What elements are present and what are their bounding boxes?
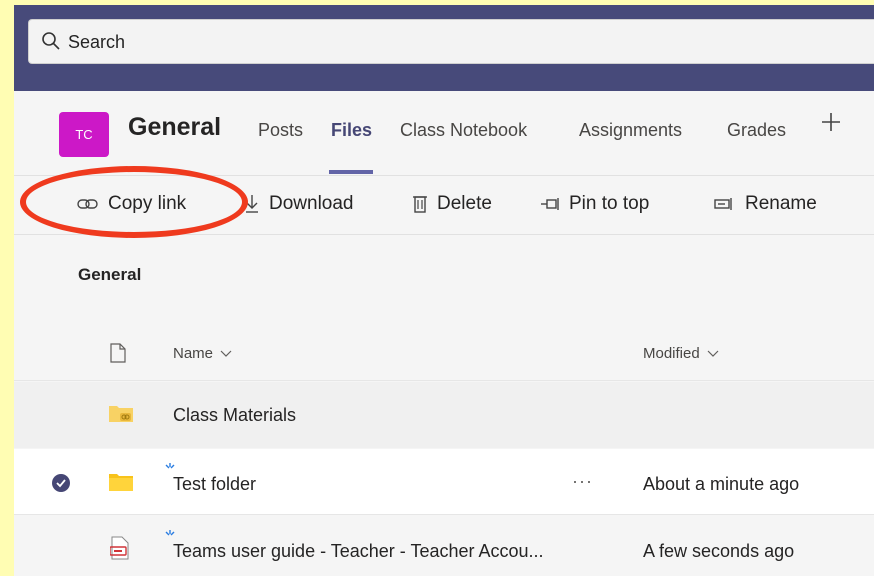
rename-icon (714, 198, 732, 210)
tab-assignments[interactable]: Assignments (579, 120, 682, 141)
new-item-icon (165, 530, 175, 536)
pin-label: Pin to top (569, 193, 650, 214)
teams-window: Search TC General Posts Files Class Note… (14, 5, 874, 576)
tab-class-notebook[interactable]: Class Notebook (400, 120, 527, 141)
annotation-circle (20, 166, 248, 238)
name-column-header[interactable]: Name (173, 345, 232, 362)
pin-icon (541, 198, 559, 210)
search-placeholder: Search (68, 32, 126, 52)
active-tab-indicator (329, 170, 373, 174)
selected-check-icon[interactable] (52, 474, 70, 492)
download-button[interactable]: Download (244, 190, 354, 218)
file-name[interactable]: Test folder (173, 474, 256, 495)
modified-column-header[interactable]: Modified (643, 345, 719, 362)
file-list-header: Name Modified (14, 325, 874, 381)
modified-header-label: Modified (643, 345, 700, 362)
new-item-icon (165, 463, 175, 469)
shared-folder-icon (109, 406, 133, 422)
file-name[interactable]: Teams user guide - Teacher - Teacher Acc… (173, 541, 544, 562)
download-label: Download (269, 193, 354, 214)
top-bar: Search (14, 5, 874, 91)
search-icon (42, 32, 60, 50)
folder-title: General (78, 265, 142, 284)
channel-header: TC General Posts Files Class Notebook As… (14, 91, 874, 176)
modified-time: About a minute ago (643, 474, 800, 494)
tab-files[interactable]: Files (331, 120, 372, 141)
rename-button[interactable]: Rename (714, 190, 817, 218)
pin-to-top-button[interactable]: Pin to top (540, 190, 649, 218)
file-type-icon (110, 343, 126, 363)
file-name[interactable]: Class Materials (173, 405, 296, 426)
delete-button[interactable]: Delete (412, 190, 492, 218)
more-options-icon[interactable]: ··· (572, 471, 593, 492)
plus-icon[interactable] (820, 111, 842, 133)
rename-label: Rename (745, 193, 817, 214)
file-row-class-materials[interactable]: Class Materials (14, 382, 874, 448)
chevron-down-icon (220, 350, 232, 357)
tab-posts[interactable]: Posts (258, 120, 303, 141)
pdf-file-icon (110, 536, 129, 560)
avatar-initials: TC (75, 127, 93, 142)
folder-icon (109, 474, 133, 491)
search-box[interactable]: Search (28, 19, 874, 64)
channel-title: General (128, 113, 222, 141)
chevron-down-icon (707, 350, 719, 357)
file-row-test-folder[interactable]: Test folder ··· About a minute ago (14, 449, 874, 515)
team-avatar[interactable]: TC (59, 112, 109, 157)
file-row-teams-user-guide[interactable]: Teams user guide - Teacher - Teacher Acc… (14, 516, 874, 576)
name-header-label: Name (173, 345, 214, 362)
delete-label: Delete (437, 193, 492, 214)
trash-icon (413, 196, 427, 213)
tab-grades[interactable]: Grades (727, 120, 786, 141)
modified-time: A few seconds ago (643, 541, 795, 561)
